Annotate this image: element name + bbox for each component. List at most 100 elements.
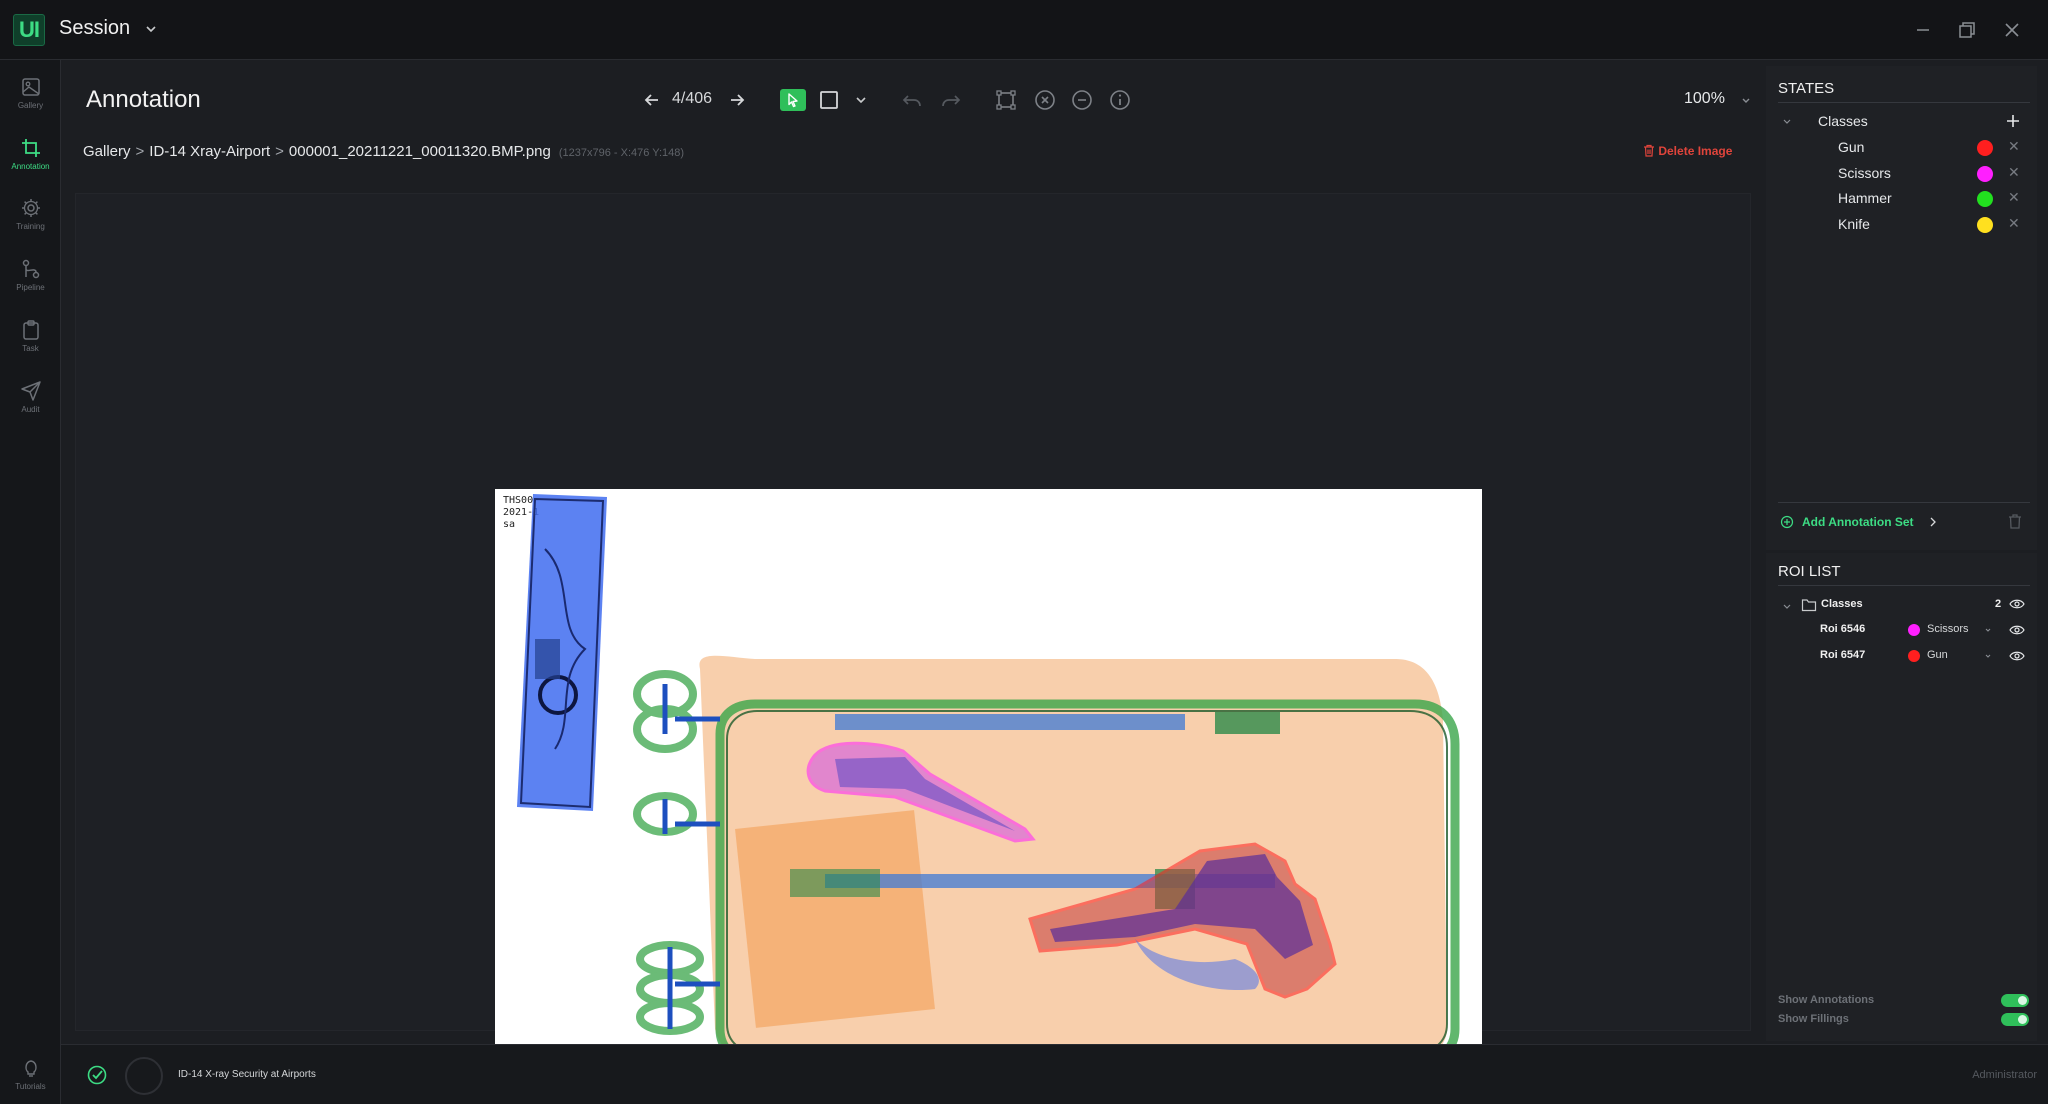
redo-icon[interactable] bbox=[939, 88, 963, 112]
nav-item-gallery[interactable]: Gallery bbox=[0, 76, 61, 134]
class-color-swatch[interactable] bbox=[1977, 217, 1993, 233]
restore-icon[interactable] bbox=[1953, 16, 1981, 44]
pipeline-icon bbox=[22, 259, 39, 279]
states-panel: STATES Classes Gun ✕ Scissors ✕ Hammer ✕… bbox=[1766, 66, 2037, 550]
roi-class-label: Gun bbox=[1927, 649, 1948, 661]
info-icon[interactable] bbox=[1108, 88, 1132, 112]
breadcrumb-dataset[interactable]: ID-14 Xray-Airport bbox=[149, 143, 270, 160]
class-label: Hammer bbox=[1838, 190, 1892, 206]
states-heading: STATES bbox=[1778, 80, 1835, 97]
arrow-left-icon[interactable] bbox=[640, 88, 664, 112]
class-label: Scissors bbox=[1838, 165, 1891, 181]
nav-item-training[interactable]: Training bbox=[0, 197, 61, 255]
class-color-swatch[interactable] bbox=[1977, 191, 1993, 207]
plus-circle-icon bbox=[1780, 515, 1794, 529]
trash-icon bbox=[1644, 144, 1654, 157]
session-title[interactable]: Session bbox=[59, 17, 130, 40]
remove-class-icon[interactable]: ✕ bbox=[2008, 215, 2020, 232]
polygon-transform-icon[interactable] bbox=[994, 88, 1018, 112]
breadcrumb-filename: 000001_20211221_00011320.BMP.png bbox=[288, 143, 551, 160]
class-row-scissors[interactable]: Scissors ✕ bbox=[1766, 162, 2037, 186]
eye-icon[interactable] bbox=[2009, 623, 2025, 637]
delete-image-button[interactable]: Delete Image bbox=[1643, 144, 1732, 158]
class-row-gun[interactable]: Gun ✕ bbox=[1766, 136, 2037, 160]
clear-circle-icon[interactable] bbox=[1033, 88, 1057, 112]
show-annotations-toggle[interactable] bbox=[2001, 994, 2029, 1007]
roi-name: Roi 6546 bbox=[1820, 623, 1866, 635]
roi-row-6547[interactable]: Roi 6547 Gun bbox=[1766, 646, 2037, 668]
chevron-down-icon[interactable] bbox=[849, 88, 873, 112]
show-fillings-label: Show Fillings bbox=[1778, 1013, 1849, 1025]
chevron-down-icon[interactable] bbox=[1781, 600, 1793, 612]
xray-scan bbox=[517, 494, 1460, 1066]
roi-class-label: Scissors bbox=[1927, 623, 1969, 635]
crop-icon bbox=[21, 139, 40, 157]
arrow-right-icon[interactable] bbox=[725, 88, 749, 112]
add-annotation-set-label: Add Annotation Set bbox=[1802, 515, 1914, 529]
states-group-label: Classes bbox=[1818, 113, 1868, 129]
show-fillings-toggle[interactable] bbox=[2001, 1013, 2029, 1026]
eye-icon[interactable] bbox=[2009, 597, 2025, 611]
chevron-down-icon[interactable] bbox=[1983, 651, 1993, 661]
zoom-level[interactable]: 100% bbox=[1684, 90, 1725, 108]
chevron-down-icon[interactable] bbox=[1734, 88, 1758, 112]
scan-suitcase bbox=[699, 655, 1460, 1066]
nav-label: Audit bbox=[21, 405, 40, 414]
select-tool-button[interactable] bbox=[780, 89, 806, 111]
lightbulb-icon bbox=[24, 1060, 37, 1077]
annotation-canvas[interactable]: THS00 2021-1 sa bbox=[75, 193, 1751, 1104]
nav-label: Training bbox=[16, 222, 45, 231]
close-icon[interactable] bbox=[1998, 16, 2026, 44]
chevron-down-icon[interactable] bbox=[142, 17, 160, 41]
show-annotations-label: Show Annotations bbox=[1778, 994, 1875, 1006]
show-annotations-row: Show Annotations bbox=[1778, 993, 2033, 1009]
add-annotation-set-button[interactable]: Add Annotation Set bbox=[1780, 515, 1939, 529]
plus-icon[interactable] bbox=[2005, 113, 2021, 129]
page-title: Annotation bbox=[86, 86, 201, 113]
remove-circle-icon[interactable] bbox=[1070, 88, 1094, 112]
minimize-icon[interactable] bbox=[1909, 16, 1937, 44]
class-row-hammer[interactable]: Hammer ✕ bbox=[1766, 187, 2037, 211]
states-group-classes[interactable]: Classes bbox=[1766, 110, 2037, 134]
class-color-swatch[interactable] bbox=[1977, 140, 1993, 156]
chevron-down-icon[interactable] bbox=[1983, 625, 1993, 635]
remove-class-icon[interactable]: ✕ bbox=[2008, 138, 2020, 155]
app-logo: UI bbox=[13, 14, 45, 46]
class-color-swatch[interactable] bbox=[1977, 166, 1993, 182]
roi-list-heading: ROI LIST bbox=[1778, 563, 1841, 580]
roi-count: 2 bbox=[1995, 598, 2002, 610]
user-role[interactable]: Administrator bbox=[1972, 1069, 2037, 1081]
chevron-down-icon[interactable] bbox=[1781, 115, 1793, 127]
undo-icon[interactable] bbox=[900, 88, 924, 112]
breadcrumb-separator: > bbox=[135, 143, 145, 160]
divider bbox=[1778, 585, 2030, 586]
nav-item-pipeline[interactable]: Pipeline bbox=[0, 258, 61, 316]
image-pager: 4/406 bbox=[672, 90, 713, 107]
roi-group-classes[interactable]: Classes 2 bbox=[1766, 595, 2037, 617]
trash-icon[interactable] bbox=[2007, 513, 2023, 530]
class-label: Gun bbox=[1838, 139, 1865, 155]
breadcrumb: Gallery > ID-14 Xray-Airport >000001_202112… bbox=[83, 143, 684, 160]
image-icon bbox=[21, 78, 40, 96]
class-row-knife[interactable]: Knife ✕ bbox=[1766, 213, 2037, 237]
image-meta: (1237x796 - X:476 Y:148) bbox=[558, 147, 685, 159]
xray-image[interactable]: THS00 2021-1 sa bbox=[495, 489, 1482, 1104]
nav-label: Annotation bbox=[11, 162, 50, 171]
divider bbox=[1778, 502, 2030, 503]
remove-class-icon[interactable]: ✕ bbox=[2008, 164, 2020, 181]
nav-label: Gallery bbox=[17, 101, 44, 110]
nav-label: Tutorials bbox=[15, 1082, 46, 1091]
roi-row-6546[interactable]: Roi 6546 Scissors bbox=[1766, 620, 2037, 642]
remove-class-icon[interactable]: ✕ bbox=[2008, 189, 2020, 206]
folder-icon bbox=[1801, 599, 1817, 612]
eye-icon[interactable] bbox=[2009, 649, 2025, 663]
project-name: ID-14 X-ray Security at Airports bbox=[178, 1069, 316, 1080]
divider bbox=[1778, 102, 2030, 103]
rectangle-tool-icon[interactable] bbox=[817, 88, 841, 112]
nav-item-annotation[interactable]: Annotation bbox=[0, 137, 61, 195]
gear-icon bbox=[21, 199, 40, 217]
nav-item-audit[interactable]: Audit bbox=[0, 380, 61, 438]
nav-item-task[interactable]: Task bbox=[0, 319, 61, 377]
nav-item-tutorials[interactable]: Tutorials bbox=[0, 1057, 61, 1104]
breadcrumb-gallery[interactable]: Gallery bbox=[83, 143, 131, 160]
